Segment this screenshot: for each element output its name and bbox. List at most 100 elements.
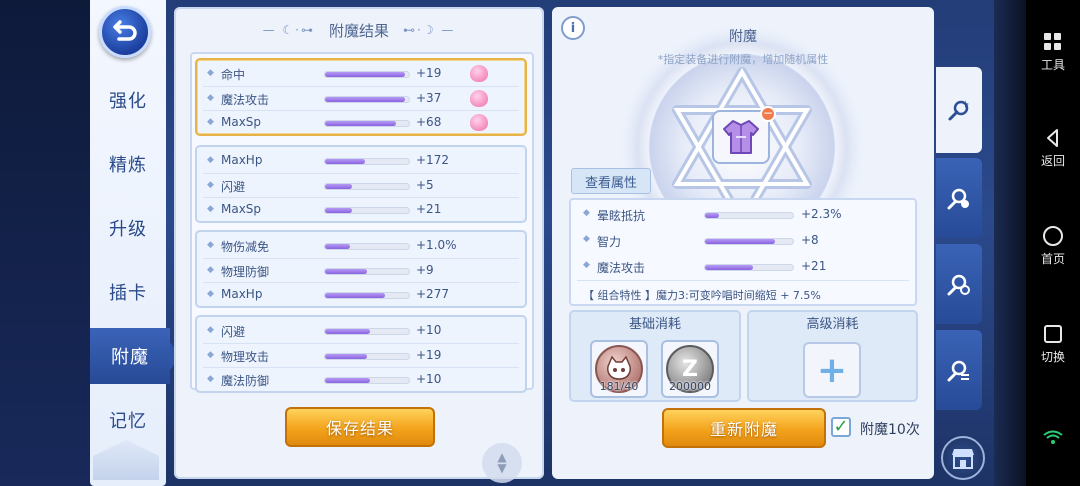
back-button[interactable] <box>99 6 151 58</box>
add-advanced-material-button[interactable]: + <box>803 342 861 398</box>
bullet-icon: ◆ <box>207 204 214 214</box>
attribute-bar <box>704 212 794 219</box>
attribute-bar-fill <box>325 244 351 249</box>
result-group[interactable]: ◆ 命中 +19 ◆ 魔法攻击 +37 ◆ MaxSp +68 <box>195 58 527 136</box>
robe-equipment-icon <box>723 120 759 154</box>
result-attribute-row: ◆ MaxHp +172 <box>197 149 525 173</box>
bullet-icon: ◆ <box>207 179 214 190</box>
panel-scroll-knob[interactable]: ▲ ▼ <box>482 443 522 483</box>
attribute-value: +2.3% <box>801 207 842 221</box>
sidebar-tab-upgrade[interactable]: 升级 <box>90 200 166 256</box>
attribute-name: 智力 <box>597 235 622 249</box>
shop-button[interactable] <box>941 436 985 480</box>
attribute-value: +37 <box>416 90 442 105</box>
attribute-value: +8 <box>801 233 819 247</box>
attribute-name: MaxSp <box>221 202 262 216</box>
attribute-value: +10 <box>416 372 442 386</box>
title-ornament-right-icon: ⊷·☽ — <box>403 23 456 37</box>
attribute-value: +21 <box>801 259 827 273</box>
attribute-value: +9 <box>416 262 434 277</box>
attribute-bar <box>324 207 410 214</box>
attribute-bar <box>324 182 410 190</box>
bullet-icon: ◆ <box>207 374 214 384</box>
bullet-icon: ◆ <box>207 240 214 250</box>
reenchant-button[interactable]: 重新附魔 <box>662 408 826 448</box>
enchant-attribute-row: ◆ 魔法攻击 +21 <box>571 254 915 280</box>
plus-icon: + <box>816 349 848 391</box>
attribute-bar <box>324 352 410 360</box>
bullet-icon: ◆ <box>207 289 214 299</box>
attribute-value: +10 <box>416 323 442 337</box>
bullet-icon: ◆ <box>207 155 214 165</box>
magic-wand-refresh-icon <box>947 274 970 296</box>
bullet-icon: ◆ <box>207 349 214 360</box>
attribute-name: 物理攻击 <box>221 349 270 364</box>
cat-coin-count: 181/40 <box>599 380 639 393</box>
nav-home-label: 首页 <box>1040 252 1065 266</box>
bullet-icon: ◆ <box>583 208 590 218</box>
attribute-name: 晕眩抵抗 <box>597 209 646 223</box>
enchant-title: 附魔 <box>729 29 757 45</box>
result-attribute-row: ◆ 命中 +19 <box>197 62 525 86</box>
poring-icon <box>470 65 488 82</box>
attribute-bar <box>324 243 410 250</box>
poring-icon <box>470 89 488 107</box>
attribute-bar-fill <box>325 268 367 274</box>
attribute-name: 魔法攻击 <box>221 92 270 107</box>
nav-tools[interactable]: 工具 <box>1026 30 1080 73</box>
result-attribute-row: ◆ 魔法防御 +10 <box>197 368 525 392</box>
attribute-name: MaxHp <box>221 287 263 301</box>
magic-wand-gear-icon <box>947 188 969 210</box>
enchant-ten-times-checkbox[interactable]: ✓ <box>831 417 851 437</box>
attribute-bar-fill <box>325 208 352 213</box>
chevron-down-icon: ▼ <box>497 461 507 475</box>
attribute-bar-fill <box>325 329 370 334</box>
view-attributes-button[interactable]: 查看属性 <box>571 168 651 194</box>
result-group: ◆ 闪避 +10 ◆ 物理攻击 +19 ◆ 魔法防御 +10 <box>195 315 527 393</box>
attribute-value: +21 <box>416 202 442 216</box>
result-attribute-row: ◆ MaxHp +277 <box>197 283 525 307</box>
attribute-name: 闪避 <box>221 179 246 194</box>
attribute-bar <box>324 267 410 275</box>
right-tab-enchant[interactable] <box>936 67 982 153</box>
right-tab-4[interactable] <box>936 330 982 410</box>
enchant-attribute-row: ◆ 智力 +8 <box>571 228 915 254</box>
nav-back[interactable]: 返回 <box>1026 126 1080 169</box>
right-tab-2[interactable] <box>936 158 982 238</box>
results-title-bar: — ☾·⊶ 附魔结果 ⊷·☽ — <box>174 14 544 46</box>
sidebar-tab-memory[interactable]: 记忆 <box>90 392 166 448</box>
attribute-bar <box>704 264 794 271</box>
sidebar-tab-refine[interactable]: 精炼 <box>90 136 166 192</box>
bullet-icon: ◆ <box>207 92 214 103</box>
divider <box>577 280 909 281</box>
attribute-bar-fill <box>325 159 366 164</box>
nav-home[interactable]: 首页 <box>1026 224 1080 267</box>
right-tab-3[interactable] <box>936 244 982 324</box>
advanced-cost-title: 高级消耗 <box>806 317 859 332</box>
nav-back-label: 返回 <box>1040 154 1065 168</box>
sidebar-tab-card[interactable]: 插卡 <box>90 264 166 320</box>
left-margin <box>0 0 92 486</box>
attribute-bar <box>324 71 410 78</box>
attribute-name: 命中 <box>221 68 246 82</box>
attribute-bar <box>704 238 794 245</box>
attribute-value: +277 <box>416 287 449 301</box>
attribute-name: 物理防御 <box>221 264 270 279</box>
nav-switch[interactable]: 切换 <box>1026 322 1080 365</box>
enchant-subtitle: *指定装备进行附魔，增加随机属性 <box>657 53 829 66</box>
checkmark-icon: ✓ <box>833 416 849 437</box>
wifi-icon <box>1043 430 1063 444</box>
attribute-bar-fill <box>325 378 370 383</box>
result-attribute-row: ◆ 物理攻击 +19 <box>197 344 525 368</box>
sidebar-tab-enchant[interactable]: 附魔 <box>90 328 180 384</box>
result-group: ◆ 物伤减免 +1.0% ◆ 物理防御 +9 ◆ MaxHp +277 <box>195 230 527 308</box>
save-result-button[interactable]: 保存结果 <box>285 407 435 447</box>
screen-edge <box>994 0 1026 486</box>
bullet-icon: ◆ <box>207 68 214 78</box>
combo-trait-text: 【 组合特性 】魔力3:可变吟唱时间缩短 + 7.5% <box>583 289 821 302</box>
result-attribute-row: ◆ 闪避 +10 <box>197 319 525 343</box>
sidebar-tab-strengthen[interactable]: 强化 <box>90 72 166 128</box>
attribute-bar-fill <box>325 121 397 126</box>
remove-equipment-icon[interactable]: − <box>760 106 776 122</box>
attribute-bar <box>324 328 410 335</box>
